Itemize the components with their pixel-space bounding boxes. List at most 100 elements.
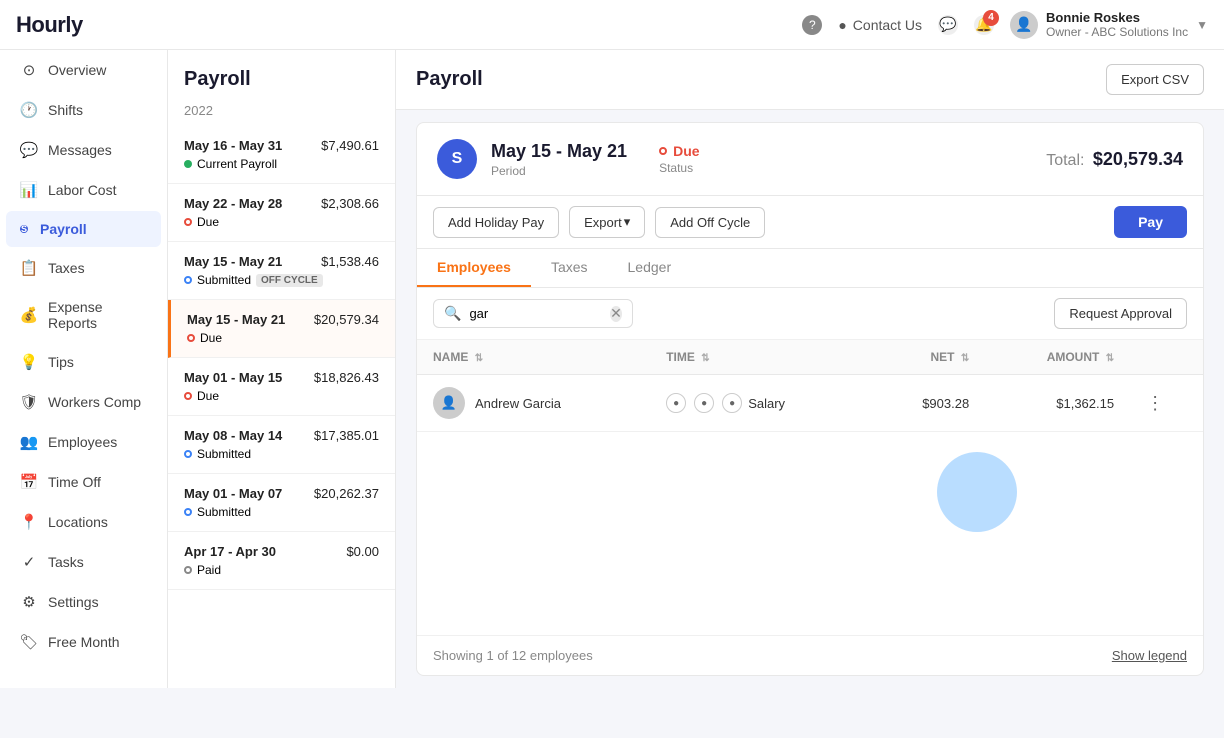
detail-header: Payroll Export CSV	[396, 50, 1224, 110]
sidebar-item-label: Free Month	[48, 634, 120, 650]
user-menu[interactable]: 👤 Bonnie Roskes Owner - ABC Solutions In…	[1010, 10, 1208, 39]
payroll-item-dates: May 08 - May 14	[184, 428, 282, 443]
payroll-item-amount: $20,579.34	[314, 312, 379, 327]
period-info: May 15 - May 21 Period	[491, 141, 627, 178]
more-options-icon[interactable]: ⋮	[1146, 393, 1164, 413]
showing-count: Showing 1 of 12 employees	[433, 648, 593, 663]
search-input[interactable]	[469, 306, 602, 321]
period-status-group: Due Status	[659, 143, 699, 175]
employee-amount-cell: $1,362.15	[985, 375, 1130, 432]
sidebar-item-label: Expense Reports	[48, 299, 147, 331]
export-chevron-icon: ▾	[624, 214, 631, 230]
status-dot-icon	[184, 160, 192, 168]
search-input-wrap[interactable]: 🔍 ✕	[433, 299, 633, 328]
sidebar-item-label: Tips	[48, 354, 74, 370]
sidebar: ⊙ Overview 🕐 Shifts 💬 Messages 📊 Labor C…	[0, 50, 168, 688]
table-footer: Showing 1 of 12 employees Show legend	[417, 635, 1203, 675]
col-amount: AMOUNT ⇅	[985, 340, 1130, 375]
employee-table-container: NAME ⇅ TIME ⇅ NET ⇅	[417, 340, 1203, 432]
period-status-label: Status	[659, 161, 699, 175]
payroll-list-item[interactable]: May 16 - May 31 $7,490.61 Current Payrol…	[168, 126, 395, 184]
sidebar-item-payroll[interactable]: S Payroll	[6, 211, 161, 247]
payroll-item-amount: $17,385.01	[314, 428, 379, 443]
payroll-item-amount: $20,262.37	[314, 486, 379, 501]
off-cycle-badge: OFF CYCLE	[256, 274, 323, 287]
time-action-3[interactable]: ●	[722, 393, 742, 413]
payroll-item-dates: May 22 - May 28	[184, 196, 282, 211]
period-label: Period	[491, 164, 627, 178]
payroll-list-item[interactable]: May 22 - May 28 $2,308.66 Due	[168, 184, 395, 242]
payroll-list-item[interactable]: May 15 - May 21 $1,538.46 Submitted OFF …	[168, 242, 395, 300]
time-action-2[interactable]: ●	[694, 393, 714, 413]
time-sort-icon[interactable]: ⇅	[701, 353, 709, 364]
time-action-1[interactable]: ●	[666, 393, 686, 413]
sidebar-item-labor-cost[interactable]: 📊 Labor Cost	[6, 171, 161, 209]
col-net: NET ⇅	[870, 340, 985, 375]
sidebar-item-label: Payroll	[40, 221, 87, 237]
clear-search-icon[interactable]: ✕	[610, 306, 622, 322]
sidebar-icon: 📊	[20, 181, 38, 199]
sidebar-item-taxes[interactable]: 📋 Taxes	[6, 249, 161, 287]
notifications-button[interactable]: 🔔 4	[974, 15, 994, 35]
payroll-list-year: 2022	[168, 99, 395, 126]
name-sort-icon[interactable]: ⇅	[475, 353, 483, 364]
table-overlay	[417, 432, 1203, 635]
request-approval-button[interactable]: Request Approval	[1054, 298, 1187, 329]
sidebar-item-employees[interactable]: 👥 Employees	[6, 423, 161, 461]
col-actions	[1130, 340, 1203, 375]
sidebar-icon: 👥	[20, 433, 38, 451]
sidebar-item-tasks[interactable]: ✓ Tasks	[6, 543, 161, 581]
payroll-item-dates: Apr 17 - Apr 30	[184, 544, 276, 559]
employee-net-cell: $903.28	[870, 375, 985, 432]
payroll-item-status: Current Payroll	[197, 157, 277, 171]
add-holiday-pay-button[interactable]: Add Holiday Pay	[433, 207, 559, 238]
payroll-list-item[interactable]: Apr 17 - Apr 30 $0.00 Paid	[168, 532, 395, 590]
sidebar-item-tips[interactable]: 💡 Tips	[6, 343, 161, 381]
payroll-list-item[interactable]: May 08 - May 14 $17,385.01 Submitted	[168, 416, 395, 474]
pay-button[interactable]: Pay	[1114, 206, 1187, 238]
sidebar-item-locations[interactable]: 📍 Locations	[6, 503, 161, 541]
topnav: Hourly ? ● Contact Us 💬 🔔 4 👤 Bonnie Ros…	[0, 0, 1224, 50]
show-legend-link[interactable]: Show legend	[1112, 648, 1187, 663]
sidebar-icon: 📋	[20, 259, 38, 277]
search-icon: 🔍	[444, 305, 461, 322]
sidebar-item-settings[interactable]: ⚙ Settings	[6, 583, 161, 621]
export-button[interactable]: Export ▾	[569, 206, 645, 238]
tab-ledger[interactable]: Ledger	[608, 249, 692, 287]
net-sort-icon[interactable]: ⇅	[961, 353, 969, 364]
payroll-item-amount: $2,308.66	[321, 196, 379, 211]
sidebar-item-workers-comp[interactable]: 🛡 Workers Comp	[6, 383, 161, 421]
sidebar-item-label: Labor Cost	[48, 182, 116, 198]
period-dates: May 15 - May 21	[491, 141, 627, 162]
sidebar-item-shifts[interactable]: 🕐 Shifts	[6, 91, 161, 129]
help-icon[interactable]: ?	[802, 15, 822, 35]
sidebar-item-messages[interactable]: 💬 Messages	[6, 131, 161, 169]
payroll-list-item[interactable]: May 15 - May 21 $20,579.34 Due	[168, 300, 395, 358]
sidebar-icon: ✓	[20, 553, 38, 571]
payroll-list-item[interactable]: May 01 - May 15 $18,826.43 Due	[168, 358, 395, 416]
sidebar-icon: 💬	[20, 141, 38, 159]
sidebar-item-time-off[interactable]: 📅 Time Off	[6, 463, 161, 501]
contact-us-button[interactable]: ● Contact Us	[838, 17, 922, 33]
sidebar-item-free-month[interactable]: 🏷 Free Month	[6, 623, 161, 661]
sidebar-icon: 🛡	[20, 393, 38, 411]
tabs-bar: EmployeesTaxesLedger	[416, 249, 1204, 288]
messages-icon[interactable]: 💬	[938, 15, 958, 35]
employee-name-cell: 👤 Andrew Garcia	[417, 375, 650, 432]
period-status-value: Due	[659, 143, 699, 159]
sidebar-item-overview[interactable]: ⊙ Overview	[6, 51, 161, 89]
payroll-list-panel: Payroll 2022 May 16 - May 31 $7,490.61 C…	[168, 50, 396, 688]
tab-employees[interactable]: Employees	[417, 249, 531, 287]
employee-more-cell: ⋮	[1130, 375, 1203, 432]
export-csv-button[interactable]: Export CSV	[1106, 64, 1204, 95]
add-off-cycle-button[interactable]: Add Off Cycle	[655, 207, 765, 238]
search-bar: 🔍 ✕ Request Approval	[417, 288, 1203, 340]
payroll-item-status: Submitted	[197, 273, 251, 287]
payroll-list-item[interactable]: May 01 - May 07 $20,262.37 Submitted	[168, 474, 395, 532]
col-time: TIME ⇅	[650, 340, 870, 375]
sidebar-item-expense-reports[interactable]: 💰 Expense Reports	[6, 289, 161, 341]
amount-sort-icon[interactable]: ⇅	[1106, 353, 1114, 364]
sidebar-icon: 🏷	[20, 633, 38, 651]
tab-taxes[interactable]: Taxes	[531, 249, 608, 287]
detail-wrapper: Payroll Export CSV S May 15 - May 21 Per…	[396, 50, 1224, 688]
